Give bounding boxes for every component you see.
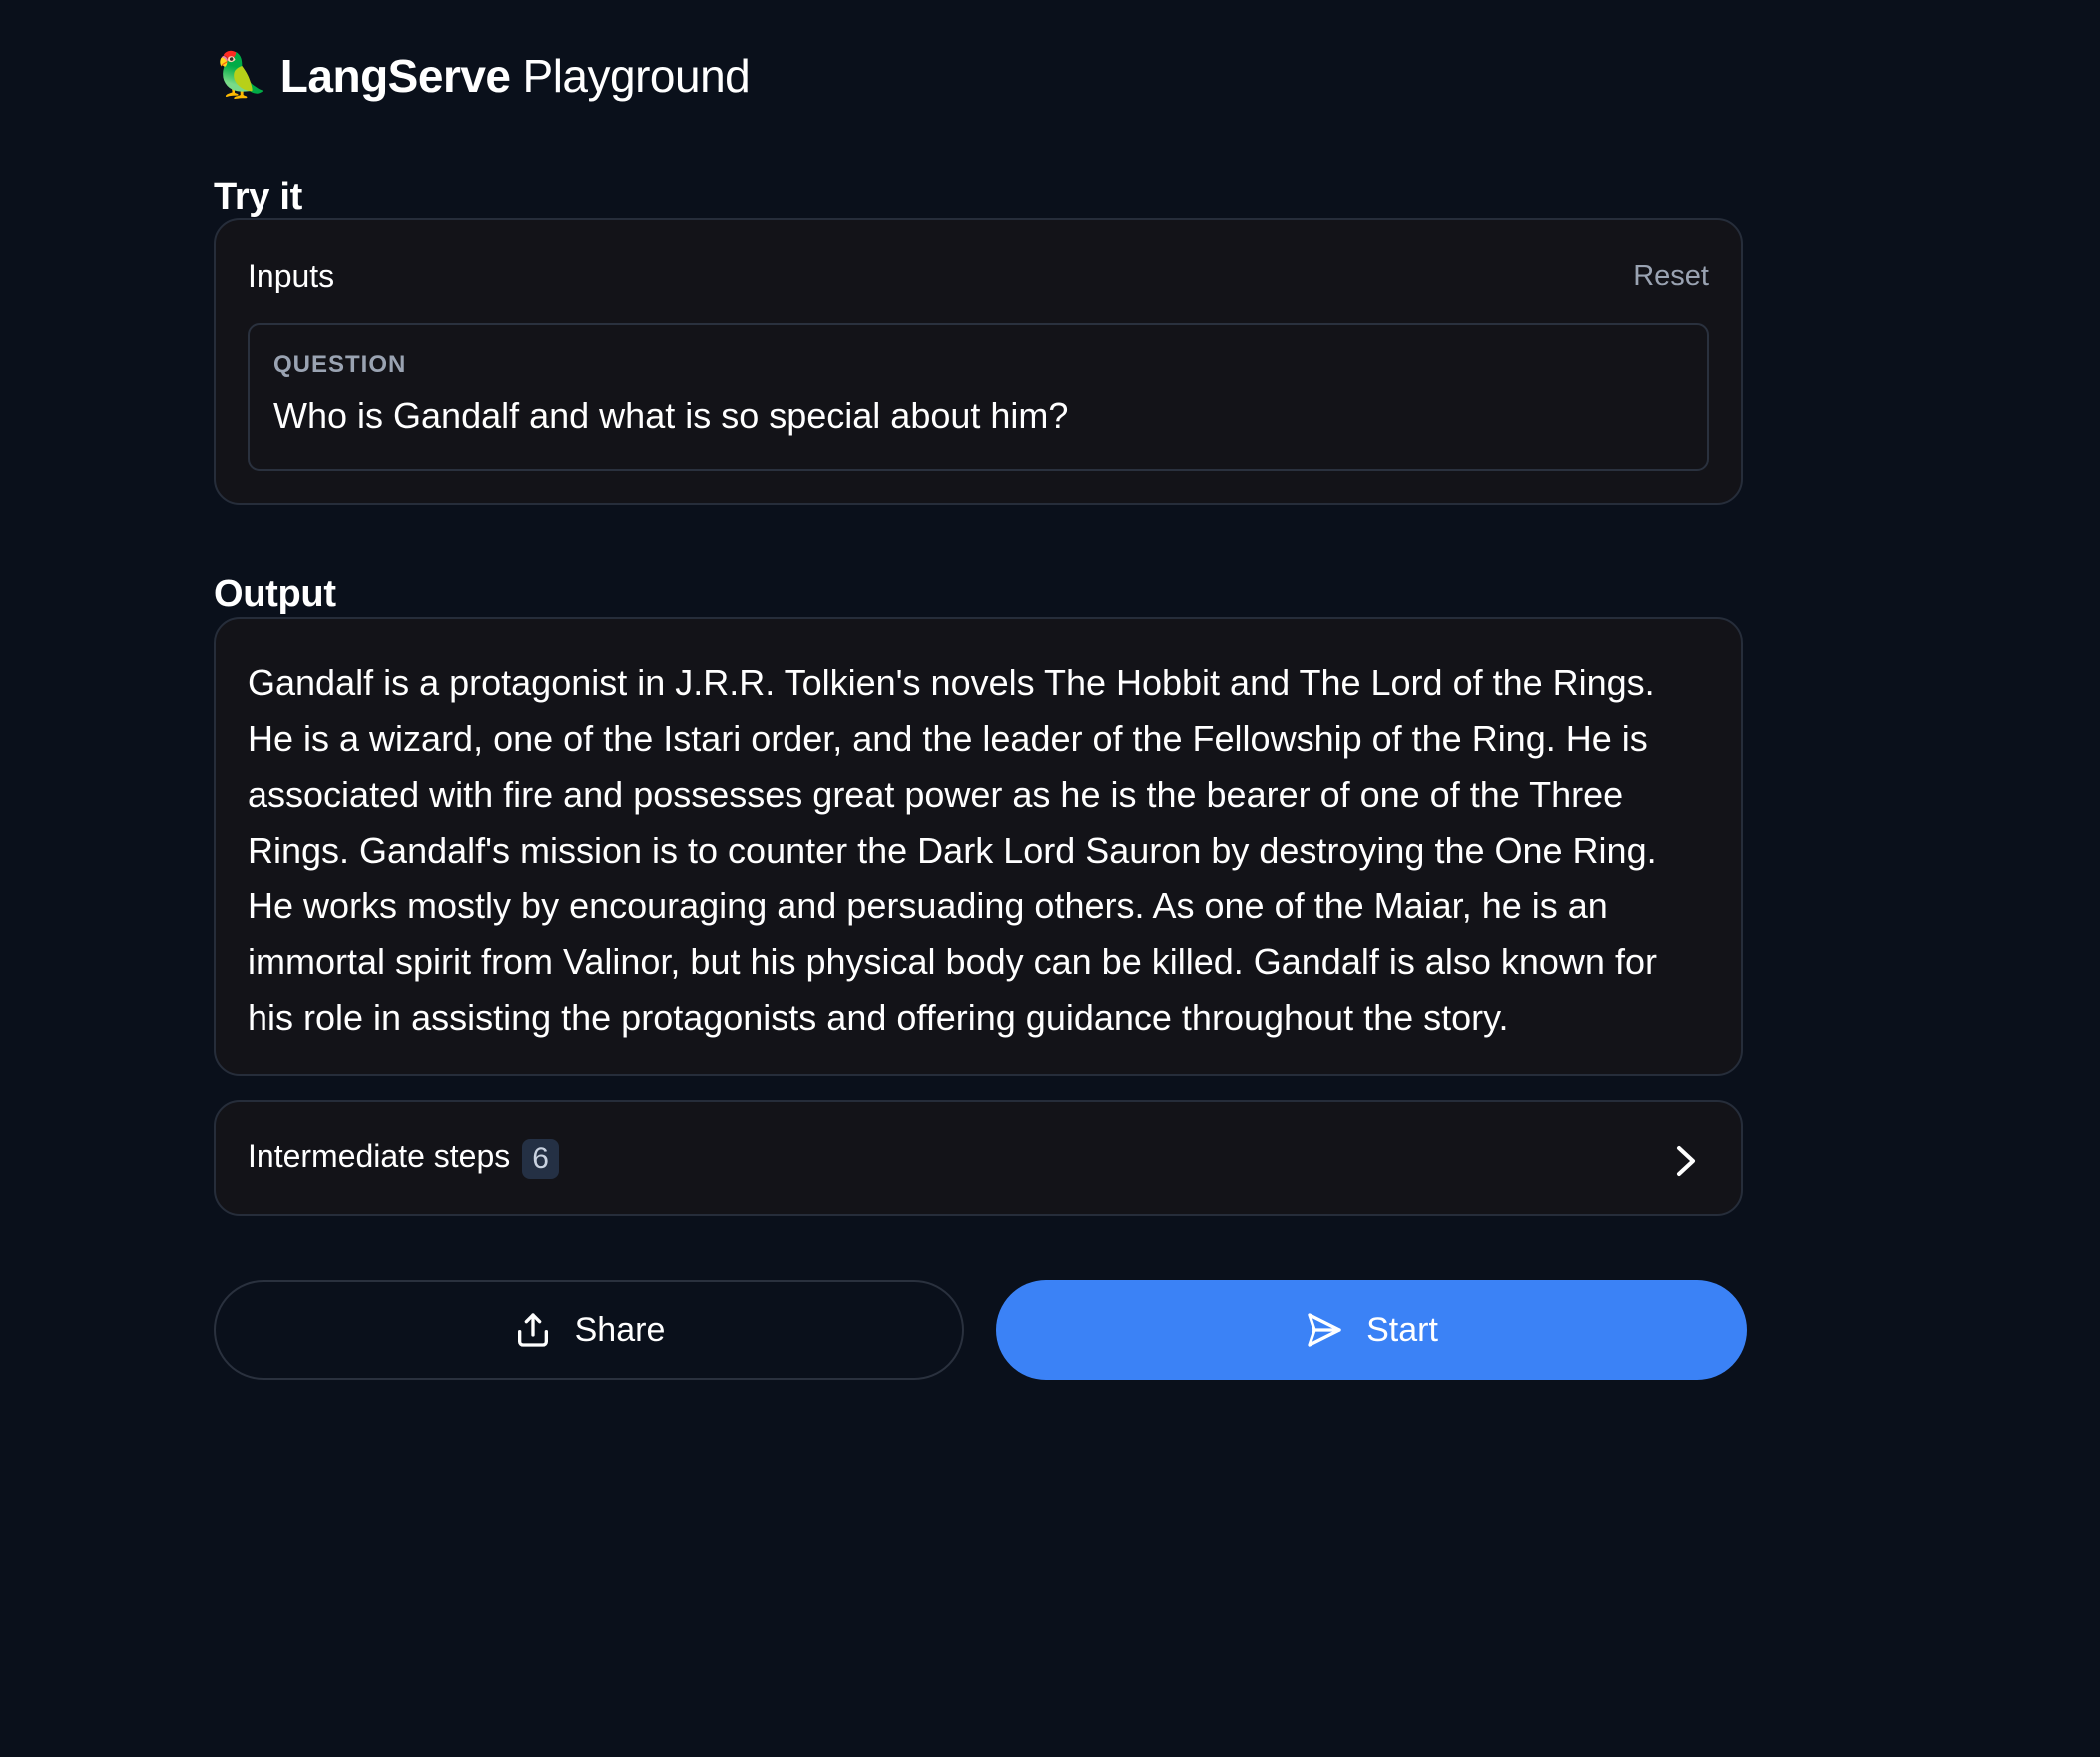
start-button-label: Start (1366, 1310, 1438, 1349)
steps-count-badge: 6 (522, 1138, 559, 1179)
question-input[interactable]: QUESTION Who is Gandalf and what is so s… (248, 323, 1709, 471)
intermediate-steps-text: Intermediate steps (248, 1138, 511, 1174)
brand-subtitle: Playground (522, 50, 751, 102)
share-button-label: Share (574, 1310, 666, 1349)
output-card: Gandalf is a protagonist in J.R.R. Tolki… (214, 617, 1743, 1076)
chevron-right-icon[interactable] (1673, 1144, 1699, 1178)
intermediate-steps-toggle[interactable]: Intermediate steps 6 (214, 1100, 1743, 1216)
question-field-value[interactable]: Who is Gandalf and what is so special ab… (273, 395, 1068, 437)
inputs-label: Inputs (248, 258, 335, 293)
parrot-logo-icon: 🦜 (214, 51, 268, 100)
question-field-label: QUESTION (273, 351, 407, 378)
share-button[interactable]: Share (214, 1280, 964, 1380)
app-header: 🦜 LangServe Playground (214, 44, 751, 108)
output-text: Gandalf is a protagonist in J.R.R. Tolki… (248, 662, 1657, 1038)
try-it-heading: Try it (214, 176, 303, 218)
send-icon (1308, 1313, 1341, 1347)
reset-button[interactable]: Reset (1633, 260, 1709, 293)
share-upload-icon (517, 1313, 548, 1347)
inputs-card: Inputs Reset QUESTION Who is Gandalf and… (214, 218, 1743, 505)
start-button[interactable]: Start (996, 1280, 1747, 1380)
brand-name: LangServe (279, 50, 511, 102)
intermediate-steps-label: Intermediate steps 6 (248, 1138, 559, 1179)
output-heading: Output (214, 573, 336, 615)
